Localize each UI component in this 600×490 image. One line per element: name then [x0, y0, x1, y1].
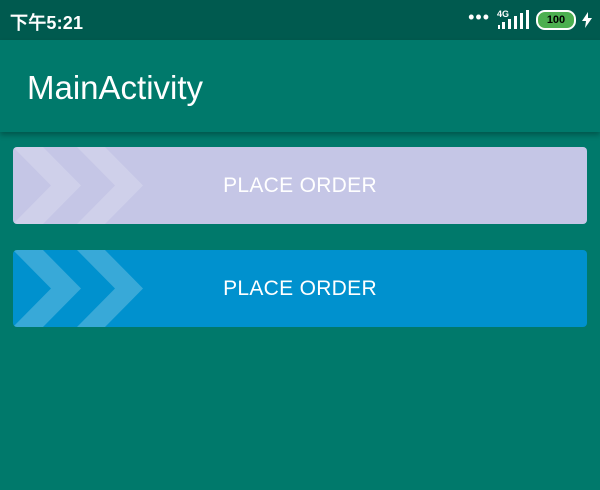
charging-bolt-icon — [582, 12, 592, 28]
place-order-button-1[interactable]: PLACE ORDER — [13, 147, 587, 224]
app-bar: MainActivity — [0, 40, 600, 132]
network-type-label: 4G — [497, 9, 510, 19]
app-title: MainActivity — [27, 69, 204, 106]
place-order-label-2: PLACE ORDER — [223, 276, 377, 300]
battery-icon: 100 — [536, 10, 576, 30]
status-time: 下午5:21 — [10, 13, 84, 33]
place-order-button-2[interactable]: PLACE ORDER — [13, 250, 587, 327]
signal-icon: 4G — [496, 9, 530, 31]
status-icons: ••• 4G 100 — [468, 8, 592, 32]
place-order-label-1: PLACE ORDER — [223, 173, 377, 197]
more-dots-icon: ••• — [468, 7, 490, 27]
status-bar: 下午5:21 ••• 4G 100 — [0, 0, 600, 40]
